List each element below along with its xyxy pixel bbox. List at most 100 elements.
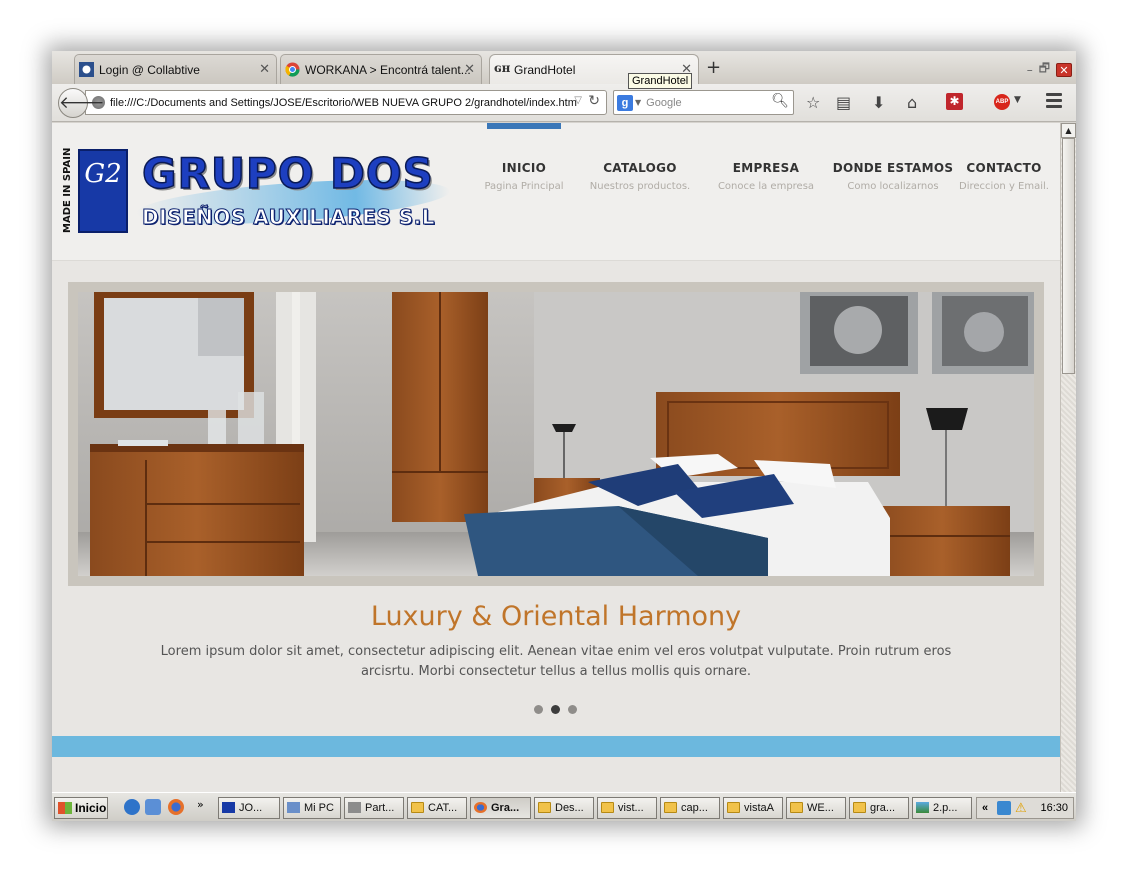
url-dropdown-icon[interactable]: ▽ — [574, 95, 582, 106]
bedroom-photo — [78, 292, 1034, 576]
slider-dot[interactable] — [568, 705, 577, 714]
menu-item-donde-estamos[interactable]: DONDE ESTAMOS Como localizarnos — [823, 161, 963, 192]
menu-item-contacto[interactable]: CONTACTO Direccion y Email. — [948, 161, 1060, 192]
site-header: MADE IN SPAIN G2 GRUPO DOS DISEÑOS AUXIL… — [52, 123, 1060, 261]
tab-strip: Login @ Collabtive ✕ WORKANA > Encontrá … — [52, 51, 1076, 84]
windows-flag-icon — [58, 802, 72, 814]
folder-icon — [601, 802, 614, 813]
tab-collabtive[interactable]: Login @ Collabtive ✕ — [74, 54, 277, 84]
hamburger-menu-icon[interactable] — [1046, 93, 1062, 111]
logo-monogram: G2 — [78, 149, 128, 233]
menu-sublabel: Como localizarnos — [847, 181, 939, 192]
drive-icon — [348, 802, 361, 813]
windows-taskbar: Inicio » JO... Mi PC Part... CAT... Gra.… — [52, 792, 1076, 821]
search-bar[interactable]: g ▼ Google 🔍︎ — [613, 90, 794, 115]
menu-item-empresa[interactable]: EMPRESA Conoce la empresa — [696, 161, 836, 192]
folder-icon — [853, 802, 866, 813]
minimize-button[interactable]: – — [1027, 63, 1033, 77]
system-tray: « ⚠ 16:30 — [976, 797, 1074, 819]
taskbar-item[interactable]: WE... — [786, 797, 846, 819]
start-label: Inicio — [75, 801, 107, 815]
explorer-icon[interactable] — [145, 799, 161, 815]
folder-icon — [411, 802, 424, 813]
bookmark-star-icon[interactable]: ☆ — [806, 93, 820, 112]
adblock-icon[interactable]: ABP — [994, 94, 1010, 110]
active-menu-indicator — [487, 123, 561, 129]
url-bar[interactable]: file:///C:/Documents and Settings/JOSE/E… — [85, 90, 607, 115]
warning-icon[interactable]: ⚠ — [1015, 798, 1027, 818]
menu-item-catalogo[interactable]: CATALOGO Nuestros productos. — [570, 161, 710, 192]
search-input[interactable]: Google — [646, 97, 681, 109]
network-icon[interactable] — [997, 801, 1011, 815]
taskbar-item[interactable]: CAT... — [407, 797, 467, 819]
search-engine-dropdown-icon[interactable]: ▼ — [635, 98, 641, 107]
taskbar-item[interactable]: Des... — [534, 797, 594, 819]
bedroom-slide-image[interactable] — [78, 292, 1034, 576]
restore-button[interactable]: 🗗 — [1039, 59, 1050, 80]
slider-dot[interactable] — [534, 705, 543, 714]
adblock-dropdown-icon[interactable]: ▼ — [1014, 95, 1021, 105]
taskbar-item-label: vistaA — [744, 802, 774, 814]
home-icon[interactable]: ⌂ — [907, 93, 917, 112]
my-computer-icon — [287, 802, 300, 813]
new-tab-button[interactable]: + — [706, 57, 721, 78]
taskbar-item-label: cap... — [681, 802, 708, 814]
clipboard-icon[interactable]: ▤ — [836, 93, 851, 112]
vertical-scrollbar[interactable]: ▲ — [1060, 123, 1076, 792]
scroll-thumb[interactable] — [1062, 138, 1075, 374]
chrome-favicon-icon — [285, 62, 300, 77]
url-text[interactable]: file:///C:/Documents and Settings/JOSE/E… — [110, 97, 577, 109]
folder-icon — [664, 802, 677, 813]
taskbar-item-label: Gra... — [491, 802, 520, 814]
tab-close-icon[interactable]: ✕ — [464, 62, 475, 77]
scroll-up-arrow-icon[interactable]: ▲ — [1061, 123, 1076, 138]
firefox-icon — [474, 802, 487, 813]
taskbar-item[interactable]: cap... — [660, 797, 720, 819]
taskbar-item[interactable]: vistaA — [723, 797, 783, 819]
slider-dot-active[interactable] — [551, 705, 560, 714]
menu-label: DONDE ESTAMOS — [832, 161, 954, 175]
taskbar-item-label: JO... — [239, 802, 263, 814]
menu-sublabel: Direccion y Email. — [959, 181, 1049, 192]
web-page: MADE IN SPAIN G2 GRUPO DOS DISEÑOS AUXIL… — [52, 123, 1060, 792]
collabtive-favicon-icon — [79, 62, 94, 77]
quicklaunch-more-icon[interactable]: » — [197, 798, 204, 811]
close-button[interactable]: ✕ — [1056, 62, 1072, 77]
download-icon[interactable]: ⬇ — [872, 93, 885, 112]
taskbar-item[interactable]: Mi PC — [283, 797, 341, 819]
taskbar-item[interactable]: gra... — [849, 797, 909, 819]
tray-expand-icon[interactable]: « — [982, 798, 988, 818]
google-icon[interactable]: g — [617, 94, 633, 111]
folder-icon — [727, 802, 740, 813]
extension-icon[interactable]: ✱ — [946, 93, 963, 110]
magnifier-icon[interactable]: 🔍︎ — [771, 93, 789, 109]
reload-icon[interactable]: ↻ — [588, 93, 600, 109]
clock[interactable]: 16:30 — [1040, 798, 1068, 818]
start-button[interactable]: Inicio — [54, 797, 108, 819]
menu-sublabel: Nuestros productos. — [589, 181, 691, 192]
app-icon — [222, 802, 235, 813]
taskbar-item-label: 2.p... — [933, 802, 958, 814]
tab-workana[interactable]: WORKANA > Encontrá talent... ✕ — [280, 54, 482, 84]
taskbar-item[interactable]: Part... — [344, 797, 404, 819]
folder-icon — [790, 802, 803, 813]
folder-icon — [538, 802, 551, 813]
firefox-icon[interactable] — [168, 799, 184, 815]
site-logo[interactable]: MADE IN SPAIN G2 GRUPO DOS DISEÑOS AUXIL… — [62, 147, 452, 239]
back-button[interactable]: 🡐 — [58, 88, 105, 118]
taskbar-item-active[interactable]: Gra... — [470, 797, 531, 819]
made-in-spain-label: MADE IN SPAIN — [62, 147, 73, 233]
taskbar-item-label: Des... — [555, 802, 584, 814]
taskbar-item[interactable]: vist... — [597, 797, 657, 819]
taskbar-item[interactable]: JO... — [218, 797, 280, 819]
slide-description: Lorem ipsum dolor sit amet, consectetur … — [160, 644, 952, 679]
browser-window: Login @ Collabtive ✕ WORKANA > Encontrá … — [52, 51, 1076, 821]
taskbar-item-label: gra... — [870, 802, 896, 814]
taskbar-item-label: WE... — [807, 802, 834, 814]
internet-explorer-icon[interactable] — [124, 799, 140, 815]
slider-pagination — [534, 705, 577, 714]
slide-title: Luxury & Oriental Harmony — [370, 601, 742, 632]
tab-close-icon[interactable]: ✕ — [259, 62, 270, 77]
taskbar-item[interactable]: 2.p... — [912, 797, 972, 819]
grandhotel-favicon-icon: ɢʜ — [494, 61, 511, 75]
